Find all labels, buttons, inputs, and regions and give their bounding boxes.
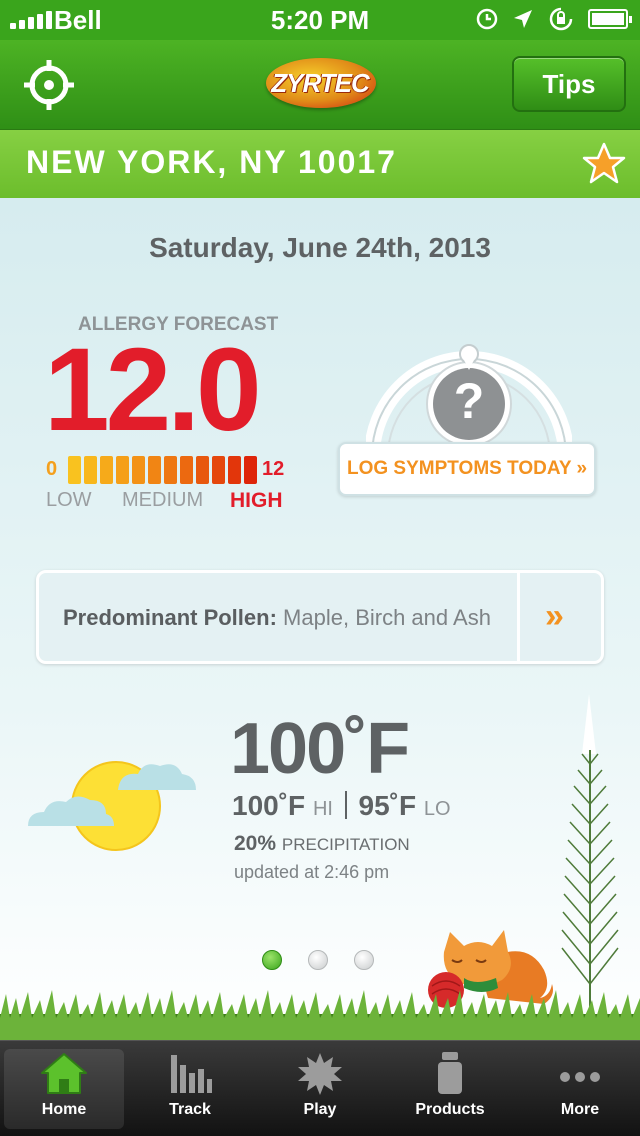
tab-bar: Home Track Play Products More [0, 1040, 640, 1136]
precipitation: 20% PRECIPITATION [234, 832, 410, 856]
scale-labels: LOW MEDIUM HIGH [46, 489, 296, 515]
scale-bar-segment [100, 456, 113, 484]
page-dot[interactable] [308, 950, 328, 970]
lo-temperature: 95˚F [358, 790, 417, 821]
scale-bar-segment [148, 456, 161, 484]
scale-bar-segment [180, 456, 193, 484]
page-dot[interactable] [354, 950, 374, 970]
scale-bar-segment [212, 456, 225, 484]
ellipsis-icon [560, 1072, 600, 1082]
bar-chart-icon [171, 1055, 212, 1093]
location-bar: NEW YORK, NY 10017 [0, 130, 640, 198]
rotation-lock-icon [549, 7, 573, 31]
tab-track-label: Track [169, 1101, 211, 1118]
alarm-clock-icon [476, 8, 498, 30]
scale-bar-segment [116, 456, 129, 484]
hi-lo-temperature: 100˚F HI 95˚F LO [232, 790, 451, 822]
favorite-star-icon[interactable] [582, 142, 626, 186]
battery-icon [588, 9, 632, 29]
question-mark-icon: ? [453, 373, 485, 429]
hi-temperature: 100˚F [232, 790, 306, 821]
scale-min: 0 [46, 458, 58, 480]
zyrtec-logo: ZYRTEC [258, 52, 382, 116]
tab-play-label: Play [303, 1101, 337, 1118]
nav-bar: ZYRTEC Tips [0, 40, 640, 130]
lo-label: LO [423, 798, 451, 820]
forecast-date: Saturday, June 24th, 2013 [149, 232, 491, 263]
hi-lo-divider [344, 791, 347, 819]
pine-tree-illustration [561, 694, 619, 1014]
hi-label: HI [312, 798, 333, 820]
pollen-divider [517, 573, 520, 661]
scale-bar-segment [84, 456, 97, 484]
tab-more[interactable]: More [520, 1049, 640, 1129]
page-dot[interactable] [262, 950, 282, 970]
tab-home[interactable]: Home [4, 1049, 124, 1129]
current-temperature: 100˚F [230, 709, 410, 789]
logo-text: ZYRTEC [271, 68, 370, 98]
page-indicator[interactable] [262, 950, 374, 970]
precipitation-label: PRECIPITATION [281, 835, 410, 854]
updated-time: updated at 2:46 pm [234, 862, 390, 882]
crosshair-locate-icon[interactable] [22, 58, 76, 112]
tab-home-label: Home [41, 1101, 87, 1118]
pollen-value: Maple, Birch and Ash [283, 605, 491, 630]
bottle-icon [438, 1052, 462, 1094]
partly-cloudy-icon [28, 761, 196, 851]
scale-bar-segment [228, 456, 241, 484]
scale-bar-segment [68, 456, 81, 484]
pollen-chevron-icon[interactable]: » [545, 597, 564, 636]
precipitation-value: 20% [234, 832, 277, 855]
home-icon [41, 1053, 87, 1094]
forecast-panel: Saturday, June 24th, 2013 ALLERGY FORECA… [0, 198, 640, 1040]
location-name[interactable]: NEW YORK, NY 10017 [26, 144, 397, 181]
tab-play[interactable]: Play [260, 1049, 380, 1129]
location-arrow-icon [514, 10, 532, 28]
pollen-card[interactable]: Predominant Pollen: Maple, Birch and Ash… [36, 570, 604, 664]
tips-button[interactable]: Tips [512, 56, 626, 112]
allergy-scale: 0 12 [44, 456, 294, 486]
scale-high-label: HIGH [230, 489, 283, 512]
pollen-label: Predominant Pollen: [63, 605, 277, 630]
scale-bar-segment [196, 456, 209, 484]
scale-low-label: LOW [46, 489, 92, 511]
tab-products-label: Products [415, 1101, 485, 1118]
scale-bar-segment [244, 456, 257, 484]
scale-bar-segment [132, 456, 145, 484]
scale-bars [68, 456, 257, 484]
scale-max: 12 [262, 458, 285, 480]
status-bar: Bell 5:20 PM [0, 0, 640, 40]
tab-track[interactable]: Track [130, 1049, 250, 1129]
tab-more-label: More [560, 1101, 600, 1118]
grass-illustration [0, 990, 640, 1040]
scale-medium-label: MEDIUM [122, 489, 204, 511]
allergy-forecast-value: 12.0 [44, 324, 262, 456]
scale-bar-segment [164, 456, 177, 484]
burst-icon [298, 1053, 342, 1095]
log-symptoms-button[interactable]: LOG SYMPTOMS TODAY » [338, 442, 596, 496]
tab-products[interactable]: Products [390, 1049, 510, 1129]
